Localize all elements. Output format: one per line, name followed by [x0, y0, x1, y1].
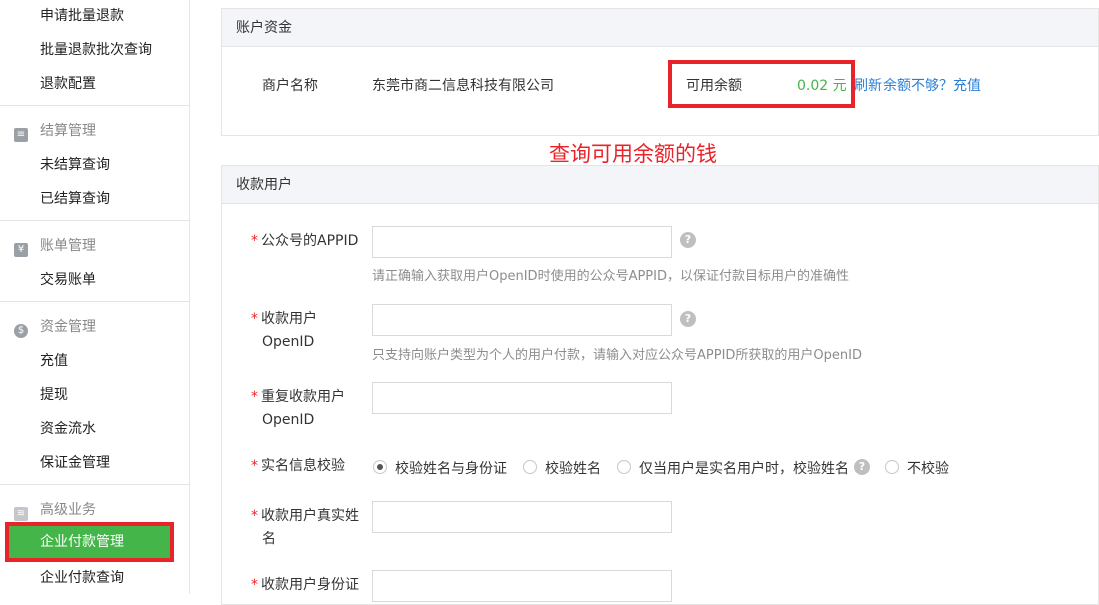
- sidebar-item-fund-flow[interactable]: 资金流水: [40, 418, 96, 438]
- realname-label: * 收款用户真实姓: [251, 508, 359, 524]
- sidebar-divider: [0, 301, 190, 302]
- annotation-text: 查询可用余额的钱: [549, 142, 717, 166]
- sidebar: 申请批量退款 批量退款批次查询 退款配置 ≡ 结算管理 未结算查询 已结算查询 ¥…: [0, 0, 190, 594]
- repeat-openid-label-line2: OpenID: [262, 412, 315, 428]
- realname-label-line2: 名: [262, 531, 276, 547]
- verify-radio-name-id[interactable]: [373, 460, 387, 474]
- account-panel: 账户资金: [221, 8, 1099, 136]
- verify-option-none: 不校验: [907, 461, 949, 477]
- verify-option-name: 校验姓名: [545, 461, 601, 477]
- sidebar-group-settlement: ≡ 结算管理: [14, 120, 96, 142]
- help-icon[interactable]: ?: [680, 311, 696, 327]
- openid-input[interactable]: [372, 304, 672, 336]
- yen-icon: ¥: [14, 243, 28, 257]
- sidebar-item-trade-bill[interactable]: 交易账单: [40, 269, 96, 289]
- appid-label: * 公众号的APPID: [251, 233, 359, 249]
- sidebar-item-withdraw[interactable]: 提现: [40, 384, 68, 404]
- account-panel-title: 账户资金: [222, 9, 1098, 47]
- help-icon[interactable]: ?: [854, 459, 870, 475]
- verify-radio-realname-only[interactable]: [617, 460, 631, 474]
- verify-option-name-id: 校验姓名与身份证: [395, 461, 507, 477]
- settlement-icon: ≡: [14, 128, 28, 142]
- verify-label: * 实名信息校验: [251, 458, 345, 474]
- openid-label: * 收款用户: [251, 311, 317, 327]
- sidebar-group-bills: ¥ 账单管理: [14, 235, 96, 257]
- sidebar-group-advanced: ≋ 高级业务: [14, 499, 96, 521]
- layers-icon: ≋: [14, 507, 28, 521]
- realname-input[interactable]: [372, 501, 672, 533]
- verify-option-realname-only: 仅当用户是实名用户时，校验姓名: [639, 461, 849, 477]
- sidebar-divider: [0, 484, 190, 485]
- appid-input[interactable]: [372, 226, 672, 258]
- sidebar-item-deposit[interactable]: 保证金管理: [40, 452, 110, 472]
- repeat-openid-input[interactable]: [372, 382, 672, 414]
- sidebar-item-batch-refund-query[interactable]: 批量退款批次查询: [40, 39, 152, 59]
- recharge-link[interactable]: 余额不够？充值: [883, 75, 981, 95]
- money-bag-icon: $: [14, 324, 28, 338]
- sidebar-item-settled[interactable]: 已结算查询: [40, 188, 110, 208]
- refresh-link[interactable]: 刷新: [854, 75, 882, 95]
- verify-radio-none[interactable]: [885, 460, 899, 474]
- payee-panel-title: 收款用户: [222, 166, 1098, 204]
- sidebar-divider: [0, 105, 190, 106]
- sidebar-group-funds: $ 资金管理: [14, 316, 96, 338]
- highlight-box-sidebar: [5, 522, 174, 562]
- merchant-label: 商户名称: [262, 78, 318, 94]
- openid-hint: 只支持向账户类型为个人的用户付款，请输入对应公众号APPID所获取的用户Open…: [372, 348, 862, 363]
- openid-label-line2: OpenID: [262, 334, 315, 350]
- idcard-input[interactable]: [372, 570, 672, 602]
- highlight-box-balance: [668, 60, 855, 108]
- sidebar-item-recharge[interactable]: 充值: [40, 350, 68, 370]
- help-icon[interactable]: ?: [680, 232, 696, 248]
- merchant-name: 东莞市商二信息科技有限公司: [372, 78, 554, 94]
- sidebar-item-enterprise-payment-query[interactable]: 企业付款查询: [40, 567, 124, 587]
- verify-radio-name[interactable]: [523, 460, 537, 474]
- sidebar-item-refund-config[interactable]: 退款配置: [40, 73, 96, 93]
- sidebar-item-unsettled[interactable]: 未结算查询: [40, 154, 110, 174]
- appid-hint: 请正确输入获取用户OpenID时使用的公众号APPID，以保证付款目标用户的准确…: [372, 269, 849, 284]
- sidebar-item-batch-refund[interactable]: 申请批量退款: [40, 5, 124, 25]
- repeat-openid-label: * 重复收款用户: [251, 389, 345, 405]
- sidebar-divider: [0, 220, 190, 221]
